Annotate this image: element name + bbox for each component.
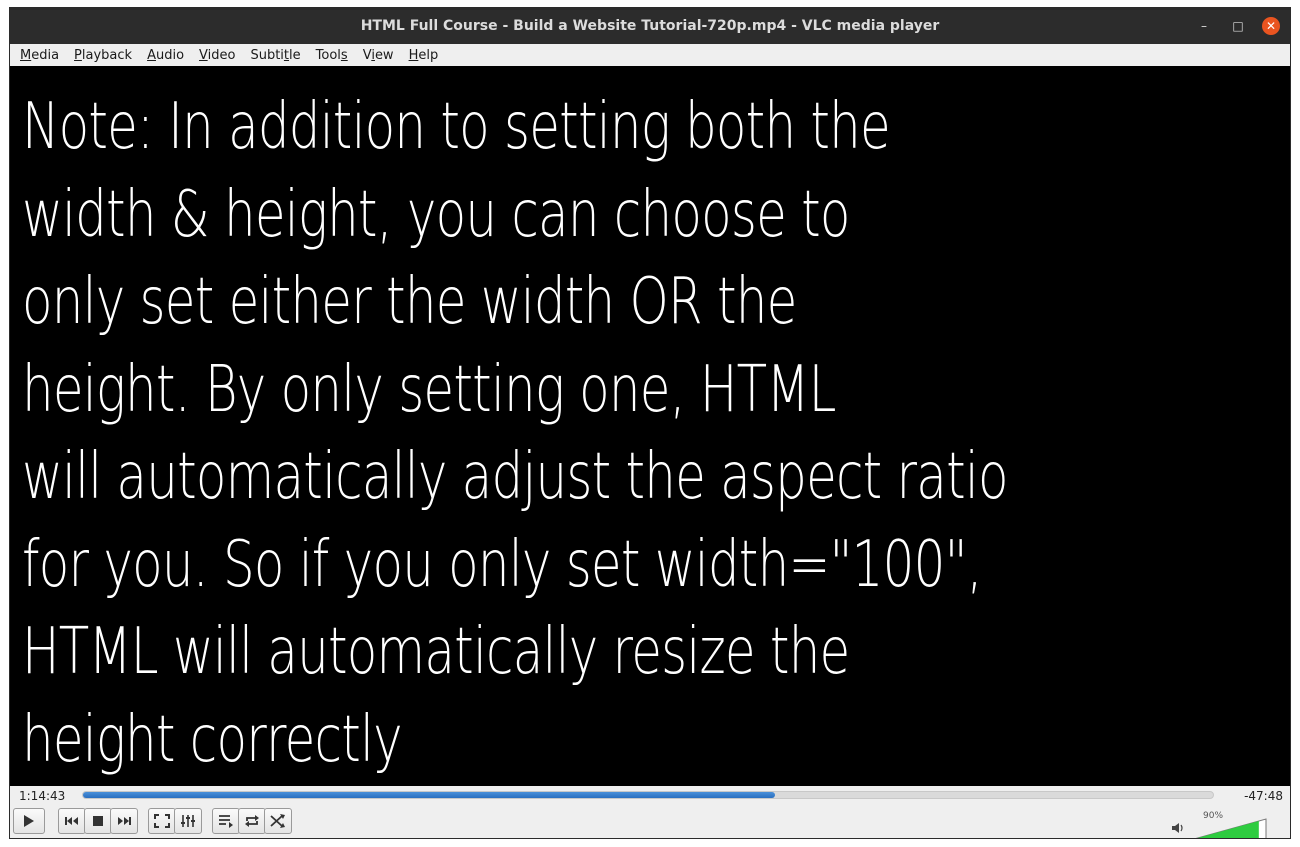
play-button[interactable] bbox=[13, 808, 45, 834]
stop-icon bbox=[93, 816, 103, 826]
menu-item[interactable]: Media bbox=[20, 48, 59, 63]
menu-item[interactable]: Subtitle bbox=[250, 48, 300, 63]
seek-progress bbox=[83, 792, 775, 798]
fullscreen-icon bbox=[154, 814, 170, 828]
volume-slider[interactable] bbox=[1193, 818, 1267, 839]
remaining-time[interactable]: -47:48 bbox=[1244, 789, 1283, 803]
slide-line: only set either the width OR the bbox=[22, 265, 797, 339]
seek-bar[interactable] bbox=[82, 791, 1214, 799]
menu-item[interactable]: Audio bbox=[147, 48, 184, 63]
slide-line: HTML will automatically resize the bbox=[22, 615, 850, 689]
play-icon bbox=[24, 815, 34, 827]
close-button[interactable]: ✕ bbox=[1262, 17, 1280, 35]
window-title: HTML Full Course - Build a Website Tutor… bbox=[360, 18, 940, 34]
extended-settings-icon bbox=[181, 815, 195, 827]
next-button[interactable] bbox=[110, 808, 138, 834]
slide-line: height. By only setting one, HTML bbox=[22, 352, 836, 427]
menu-item[interactable]: Video bbox=[199, 48, 235, 63]
menu-item[interactable]: Playback bbox=[74, 48, 132, 63]
slide-line: will automatically adjust the aspect rat… bbox=[22, 440, 1009, 514]
loop-icon bbox=[245, 815, 259, 827]
shuffle-icon bbox=[270, 814, 285, 828]
slide-line: height correctly bbox=[22, 702, 403, 777]
video-slide-text: Note: In addition to setting both the wi… bbox=[22, 84, 1009, 784]
control-panel: 1:14:43 -47:48 90% bbox=[10, 786, 1290, 839]
fullscreen-button[interactable] bbox=[148, 808, 176, 834]
speaker-icon bbox=[1172, 823, 1183, 833]
slide-line: for you. So if you only set width="100", bbox=[22, 527, 983, 602]
title-bar[interactable]: HTML Full Course - Build a Website Tutor… bbox=[10, 8, 1290, 44]
speaker-icon[interactable] bbox=[1171, 822, 1185, 837]
menu-bar: Media Playback Audio Video Subtitle Tools View… bbox=[10, 44, 1290, 67]
vlc-window: HTML Full Course - Build a Website Tutor… bbox=[9, 7, 1291, 839]
menu-item[interactable]: View bbox=[363, 48, 394, 63]
shuffle-button[interactable] bbox=[264, 808, 292, 834]
menu-item[interactable]: Tools bbox=[316, 48, 348, 63]
next-icon bbox=[118, 817, 131, 825]
elapsed-time[interactable]: 1:14:43 bbox=[19, 789, 65, 803]
previous-icon bbox=[65, 817, 78, 825]
playlist-button[interactable] bbox=[212, 808, 240, 834]
slide-line: Note: In addition to setting both the bbox=[22, 90, 891, 164]
maximize-button[interactable]: □ bbox=[1229, 17, 1247, 35]
extended-settings-button[interactable] bbox=[174, 808, 202, 834]
minimize-button[interactable]: – bbox=[1195, 17, 1213, 35]
loop-button[interactable] bbox=[238, 808, 266, 834]
previous-button[interactable] bbox=[58, 808, 86, 834]
stop-button[interactable] bbox=[84, 808, 112, 834]
playlist-icon bbox=[219, 815, 233, 828]
menu-item[interactable]: Help bbox=[409, 48, 439, 63]
video-area[interactable]: Note: In addition to setting both the wi… bbox=[10, 66, 1290, 786]
slide-line: width & height, you can choose to bbox=[22, 177, 850, 252]
